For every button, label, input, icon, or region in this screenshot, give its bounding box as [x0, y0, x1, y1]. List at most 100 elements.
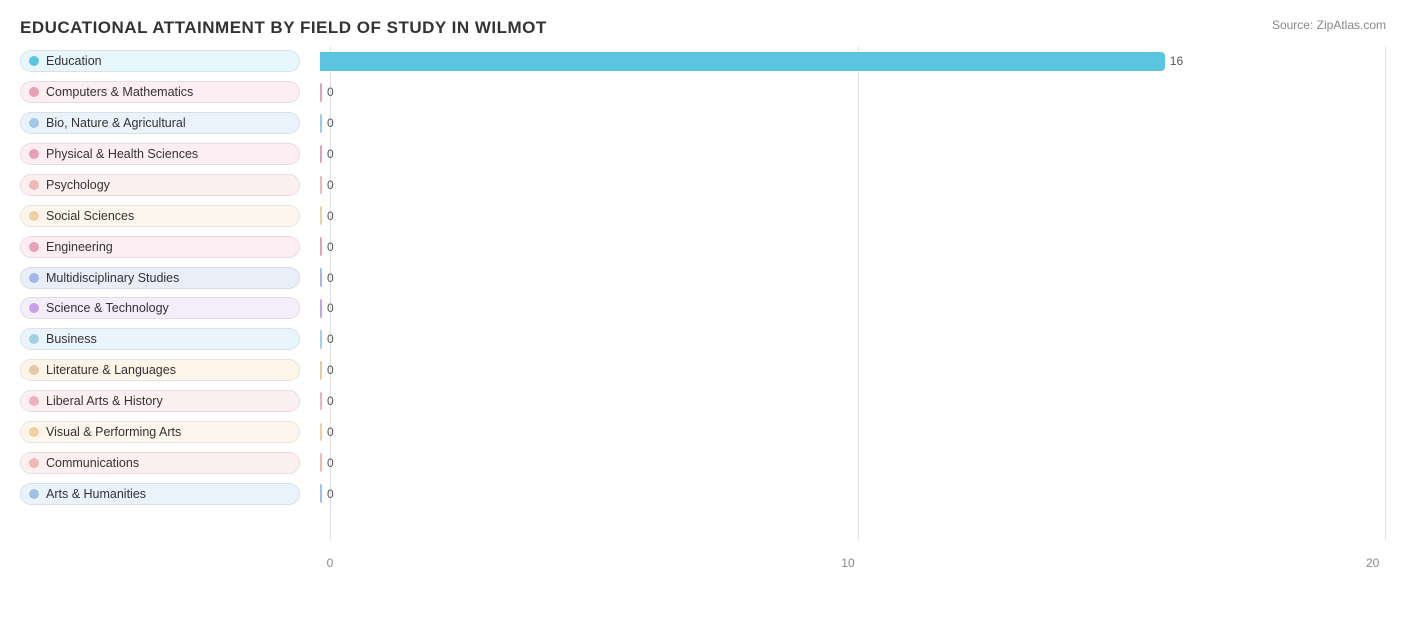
x-tick: 10	[841, 556, 854, 570]
bar-label: Psychology	[46, 178, 110, 192]
bar-track: 0	[320, 326, 1386, 353]
pill-dot	[29, 303, 39, 313]
bar-fill	[320, 268, 322, 287]
pill-dot	[29, 458, 39, 468]
bar-track: 0	[320, 357, 1386, 384]
bar-value: 0	[327, 301, 334, 315]
bar-label-pill: Social Sciences	[20, 205, 320, 227]
bar-pill: Arts & Humanities	[20, 483, 300, 505]
bar-label-pill: Visual & Performing Arts	[20, 421, 320, 443]
bar-fill	[320, 83, 322, 102]
pill-dot	[29, 396, 39, 406]
bar-label-pill: Literature & Languages	[20, 359, 320, 381]
bar-row: Science & Technology 0	[20, 293, 1386, 324]
chart-title: EDUCATIONAL ATTAINMENT BY FIELD OF STUDY…	[20, 18, 1386, 38]
bar-value: 0	[327, 394, 334, 408]
bar-value: 0	[327, 178, 334, 192]
pill-dot	[29, 489, 39, 499]
pill-dot	[29, 87, 39, 97]
bar-pill: Computers & Mathematics	[20, 81, 300, 103]
bar-value: 0	[327, 116, 334, 130]
bar-row: Visual & Performing Arts 0	[20, 417, 1386, 448]
bar-fill	[320, 237, 322, 256]
bar-track: 0	[320, 141, 1386, 168]
bar-track: 0	[320, 202, 1386, 229]
chart-area: Education 16 Computers & Mathematics 0 B…	[20, 46, 1386, 570]
bar-label-pill: Multidisciplinary Studies	[20, 267, 320, 289]
bar-value: 0	[327, 240, 334, 254]
pill-dot	[29, 427, 39, 437]
x-axis: 01020	[330, 556, 1386, 570]
bar-pill: Business	[20, 328, 300, 350]
bar-fill	[320, 176, 322, 195]
bar-track: 0	[320, 79, 1386, 106]
bar-fill	[320, 330, 322, 349]
bar-value: 0	[327, 271, 334, 285]
bar-fill	[320, 52, 1165, 71]
bar-value: 0	[327, 147, 334, 161]
bar-track: 0	[320, 110, 1386, 137]
bar-pill: Social Sciences	[20, 205, 300, 227]
bars-area: Education 16 Computers & Mathematics 0 B…	[20, 46, 1386, 540]
bar-track: 0	[320, 264, 1386, 291]
chart-source: Source: ZipAtlas.com	[1272, 18, 1386, 32]
bar-label-pill: Communications	[20, 452, 320, 474]
bar-track: 0	[320, 233, 1386, 260]
pill-dot	[29, 273, 39, 283]
bar-pill: Psychology	[20, 174, 300, 196]
bar-value: 0	[327, 363, 334, 377]
bar-label-pill: Education	[20, 50, 320, 72]
bar-value: 0	[327, 209, 334, 223]
bar-label: Liberal Arts & History	[46, 394, 163, 408]
bar-pill: Communications	[20, 452, 300, 474]
bar-row: Multidisciplinary Studies 0	[20, 262, 1386, 293]
bar-pill: Visual & Performing Arts	[20, 421, 300, 443]
bar-label: Business	[46, 332, 97, 346]
bar-row: Liberal Arts & History 0	[20, 386, 1386, 417]
bar-fill	[320, 484, 322, 503]
bar-label: Arts & Humanities	[46, 487, 146, 501]
bar-track: 0	[320, 480, 1386, 507]
bar-label-pill: Physical & Health Sciences	[20, 143, 320, 165]
bar-track: 0	[320, 419, 1386, 446]
bar-label: Physical & Health Sciences	[46, 147, 198, 161]
bar-label: Literature & Languages	[46, 363, 176, 377]
bar-fill	[320, 114, 322, 133]
bar-row: Literature & Languages 0	[20, 355, 1386, 386]
bar-fill	[320, 392, 322, 411]
bar-row: Communications 0	[20, 447, 1386, 478]
pill-dot	[29, 242, 39, 252]
pill-dot	[29, 118, 39, 128]
bar-row: Engineering 0	[20, 231, 1386, 262]
bar-row: Bio, Nature & Agricultural 0	[20, 108, 1386, 139]
bar-row: Business 0	[20, 324, 1386, 355]
pill-dot	[29, 56, 39, 66]
bar-fill	[320, 206, 322, 225]
bar-pill: Physical & Health Sciences	[20, 143, 300, 165]
bar-track: 0	[320, 449, 1386, 476]
bar-value: 0	[327, 487, 334, 501]
bar-label: Social Sciences	[46, 209, 134, 223]
bar-row: Psychology 0	[20, 170, 1386, 201]
bar-value: 16	[1170, 54, 1183, 68]
bar-pill: Literature & Languages	[20, 359, 300, 381]
bar-label: Visual & Performing Arts	[46, 425, 181, 439]
bar-row: Arts & Humanities 0	[20, 478, 1386, 509]
bar-pill: Science & Technology	[20, 297, 300, 319]
bar-track: 0	[320, 172, 1386, 199]
bar-track: 0	[320, 295, 1386, 322]
bar-row: Education 16	[20, 46, 1386, 77]
bar-row: Computers & Mathematics 0	[20, 77, 1386, 108]
bar-label-pill: Science & Technology	[20, 297, 320, 319]
bar-label: Communications	[46, 456, 139, 470]
bar-fill	[320, 423, 322, 442]
bar-label: Education	[46, 54, 102, 68]
bar-fill	[320, 145, 322, 164]
bar-label: Engineering	[46, 240, 113, 254]
bar-pill: Bio, Nature & Agricultural	[20, 112, 300, 134]
bar-pill: Engineering	[20, 236, 300, 258]
bar-value: 0	[327, 332, 334, 346]
bar-label: Computers & Mathematics	[46, 85, 193, 99]
bar-pill: Multidisciplinary Studies	[20, 267, 300, 289]
bar-pill: Education	[20, 50, 300, 72]
